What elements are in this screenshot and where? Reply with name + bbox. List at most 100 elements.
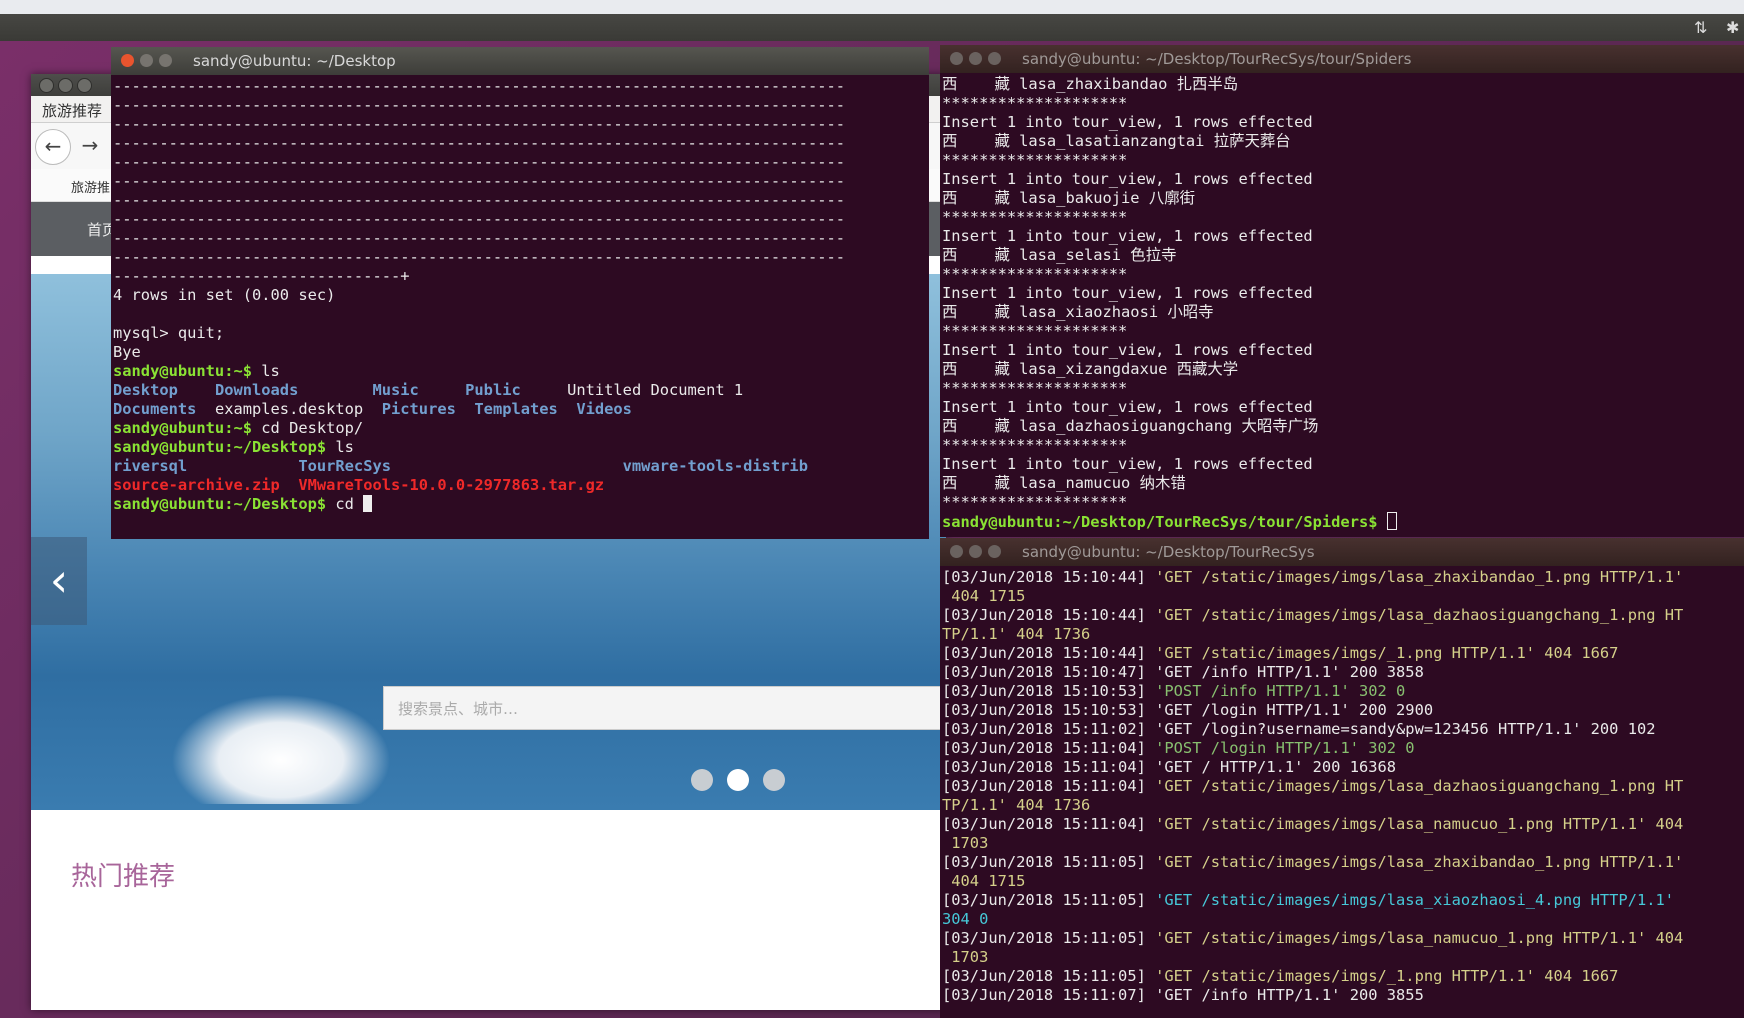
terminal-text: 西 藏 lasa_selasi 色拉寺	[942, 246, 1177, 264]
log-timestamp: [03/Jun/2018 15:11:04]	[942, 777, 1146, 795]
terminal-text: Insert 1 into tour_view, 1 rows effected	[942, 113, 1313, 131]
shell-prompt: sandy@ubuntu:~/Desktop$	[113, 438, 327, 456]
log-line: [03/Jun/2018 15:11:07] 'GET /info HTTP/1…	[942, 986, 1744, 1005]
log-line: [03/Jun/2018 15:11:04] 'POST /login HTTP…	[942, 739, 1744, 758]
minimize-icon[interactable]	[969, 52, 982, 65]
minimize-icon[interactable]	[969, 545, 982, 558]
terminal-text: 西 藏 lasa_zhaxibandao 扎西半岛	[942, 75, 1239, 93]
text-cursor	[1386, 512, 1397, 530]
close-icon[interactable]	[950, 545, 963, 558]
terminal-line: ----------------------------------------…	[113, 134, 929, 153]
log-line: TP/1.1' 404 1736	[942, 625, 1744, 644]
log-line: 404 1715	[942, 872, 1744, 891]
terminal-line: ----------------------------------------…	[113, 229, 929, 248]
network-icon[interactable]: ⇅	[1694, 18, 1707, 37]
carousel-dot-active[interactable]	[727, 769, 749, 791]
terminal-text: Insert 1 into tour_view, 1 rows effected	[942, 455, 1313, 473]
log-timestamp: [03/Jun/2018 15:10:44]	[942, 568, 1146, 586]
log-request: TP/1.1' 404 1736	[942, 625, 1091, 643]
shell-prompt: sandy@ubuntu:~$	[113, 362, 252, 380]
terminal-text: ********************	[942, 436, 1128, 454]
log-timestamp: [03/Jun/2018 15:10:53]	[942, 701, 1146, 719]
ls-entry: TourRecSys	[187, 457, 391, 475]
ls-entry: Pictures	[363, 400, 456, 418]
carousel-dot[interactable]	[763, 769, 785, 791]
terminal-text: ********************	[942, 322, 1128, 340]
close-icon[interactable]	[121, 54, 134, 67]
terminal-text: Insert 1 into tour_view, 1 rows effected	[942, 341, 1313, 359]
terminal-text: 西 藏 lasa_xiaozhaosi 小昭寺	[942, 303, 1214, 321]
terminal-line: riversql TourRecSys vmware-tools-distrib	[113, 457, 929, 476]
minimize-icon[interactable]	[140, 54, 153, 67]
terminal-text: Insert 1 into tour_view, 1 rows effected	[942, 284, 1313, 302]
log-request: 'GET / HTTP/1.1' 200 16368	[1145, 758, 1397, 776]
terminal-text: ----------------------------------------…	[113, 248, 846, 266]
ls-entry: examples.desktop	[196, 400, 364, 418]
terminal-server-log[interactable]: sandy@ubuntu: ~/Desktop/TourRecSys [03/J…	[940, 538, 1744, 1018]
terminal-line: ********************	[942, 436, 1744, 455]
bookmark-item[interactable]: 旅游推	[71, 177, 110, 196]
terminal-line: ********************	[942, 265, 1744, 284]
search-input[interactable]: 搜索景点、城市…	[383, 686, 945, 730]
log-line: [03/Jun/2018 15:10:47] 'GET /info HTTP/1…	[942, 663, 1744, 682]
log-line: [03/Jun/2018 15:10:53] 'GET /login HTTP/…	[942, 701, 1744, 720]
shell-command: ls	[252, 362, 280, 380]
terminal-line: Bye	[113, 343, 929, 362]
cloud-image	[171, 694, 391, 804]
maximize-icon[interactable]	[988, 52, 1001, 65]
terminal-titlebar: sandy@ubuntu: ~/Desktop/TourRecSys	[940, 538, 1744, 566]
terminal-line: 4 rows in set (0.00 sec)	[113, 286, 929, 305]
terminal-line: -------------------------------+	[113, 267, 929, 286]
log-line: [03/Jun/2018 15:11:02] 'GET /login?usern…	[942, 720, 1744, 739]
log-line: [03/Jun/2018 15:11:05] 'GET /static/imag…	[942, 929, 1744, 948]
terminal-text: ********************	[942, 208, 1128, 226]
terminal-desktop[interactable]: sandy@ubuntu: ~/Desktop ----------------…	[111, 47, 929, 539]
text-cursor	[363, 495, 373, 512]
log-request: 'POST /login HTTP/1.1' 302 0	[1145, 739, 1415, 757]
hot-recommend-heading: 热门推荐	[71, 862, 176, 892]
ls-entry: Videos	[557, 400, 632, 418]
bluetooth-icon[interactable]: ✱	[1726, 18, 1739, 37]
log-line: [03/Jun/2018 15:11:04] 'GET /static/imag…	[942, 815, 1744, 834]
log-timestamp: [03/Jun/2018 15:11:02]	[942, 720, 1146, 738]
terminal-text: ----------------------------------------…	[113, 115, 846, 133]
log-request: 'GET /login HTTP/1.1' 200 2900	[1145, 701, 1434, 719]
terminal-line: Insert 1 into tour_view, 1 rows effected	[942, 341, 1744, 360]
terminal-text: mysql> quit;	[113, 324, 225, 342]
back-button[interactable]: ←	[35, 129, 71, 165]
carousel-prev-button[interactable]: ‹	[31, 537, 87, 625]
terminal-line: mysql> quit;	[113, 324, 929, 343]
terminal-line: 西 藏 lasa_zhaxibandao 扎西半岛	[942, 75, 1744, 94]
ls-entry: Untitled Document 1	[520, 381, 744, 399]
log-timestamp: [03/Jun/2018 15:11:05]	[942, 853, 1146, 871]
log-line: 304 0	[942, 910, 1744, 929]
forward-button[interactable]: →	[73, 129, 107, 163]
terminal-line: ********************	[942, 94, 1744, 113]
terminal-line: Insert 1 into tour_view, 1 rows effected	[942, 227, 1744, 246]
maximize-icon[interactable]	[988, 545, 1001, 558]
terminal-line	[113, 305, 929, 324]
top-strip	[0, 0, 1744, 14]
terminal-output: ----------------------------------------…	[111, 75, 929, 514]
terminal-text: ----------------------------------------…	[113, 172, 846, 190]
terminal-text: ----------------------------------------…	[113, 96, 846, 114]
minimize-icon[interactable]	[58, 78, 73, 93]
terminal-text: ----------------------------------------…	[113, 210, 846, 228]
terminal-spiders[interactable]: sandy@ubuntu: ~/Desktop/TourRecSys/tour/…	[940, 45, 1744, 537]
log-timestamp: [03/Jun/2018 15:10:44]	[942, 644, 1146, 662]
terminal-line: source-archive.zip VMwareTools-10.0.0-29…	[113, 476, 929, 495]
terminal-text: ----------------------------------------…	[113, 153, 846, 171]
log-line: 1703	[942, 834, 1744, 853]
ls-entry: source-archive.zip	[113, 476, 280, 494]
close-icon[interactable]	[39, 78, 54, 93]
terminal-text: ----------------------------------------…	[113, 77, 846, 95]
terminal-text: 西 藏 lasa_namucuo 纳木错	[942, 474, 1186, 492]
terminal-text: Bye	[113, 343, 141, 361]
terminal-line: sandy@ubuntu:~$ cd Desktop/	[113, 419, 929, 438]
maximize-icon[interactable]	[159, 54, 172, 67]
close-icon[interactable]	[950, 52, 963, 65]
terminal-line: 西 藏 lasa_xizangdaxue 西藏大学	[942, 360, 1744, 379]
terminal-line: ----------------------------------------…	[113, 210, 929, 229]
carousel-dot[interactable]	[691, 769, 713, 791]
maximize-icon[interactable]	[77, 78, 92, 93]
